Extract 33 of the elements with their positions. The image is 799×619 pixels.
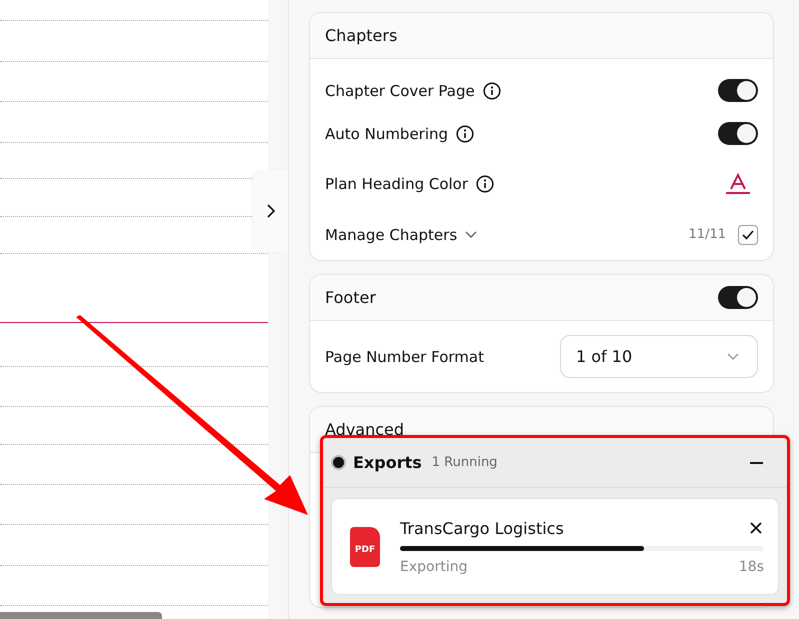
minus-icon xyxy=(750,462,763,464)
close-button[interactable] xyxy=(748,520,764,536)
chapter-count: 11/11 xyxy=(688,227,726,242)
page-format-dropdown[interactable]: 1 of 10 xyxy=(560,335,758,378)
export-status: Exporting xyxy=(400,558,468,574)
running-count: 1 Running xyxy=(432,455,498,470)
setting-label: Manage Chapters xyxy=(325,226,458,244)
close-icon xyxy=(750,522,762,534)
info-icon[interactable] xyxy=(482,82,501,100)
text-color-icon[interactable] xyxy=(726,173,750,195)
chevron-right-icon xyxy=(266,204,274,218)
checkbox[interactable] xyxy=(738,224,758,244)
info-icon[interactable] xyxy=(476,175,494,193)
toggle-switch[interactable] xyxy=(718,122,758,145)
scrollbar-thumb[interactable] xyxy=(0,612,162,619)
setting-label: Auto Numbering xyxy=(325,124,448,142)
setting-label: Plan Heading Color xyxy=(325,175,468,193)
checkmark-icon xyxy=(742,230,754,240)
setting-label: Page Number Format xyxy=(325,348,484,366)
elapsed-time: 18s xyxy=(738,558,764,574)
chevron-down-icon xyxy=(727,352,739,360)
toggle-switch[interactable] xyxy=(718,286,758,309)
toggle-switch[interactable] xyxy=(718,79,758,102)
setting-label: Chapter Cover Page xyxy=(325,82,475,100)
section-title: Chapters xyxy=(325,26,398,45)
status-dot-icon xyxy=(333,457,344,468)
section-title: Footer xyxy=(325,288,376,307)
info-icon[interactable] xyxy=(456,124,474,142)
chevron-down-icon[interactable] xyxy=(465,230,478,238)
pdf-file-icon: PDF xyxy=(350,526,380,566)
exports-title: Exports xyxy=(353,453,422,472)
section-title: Advanced xyxy=(325,420,404,439)
export-name: TransCargo Logistics xyxy=(400,518,564,538)
